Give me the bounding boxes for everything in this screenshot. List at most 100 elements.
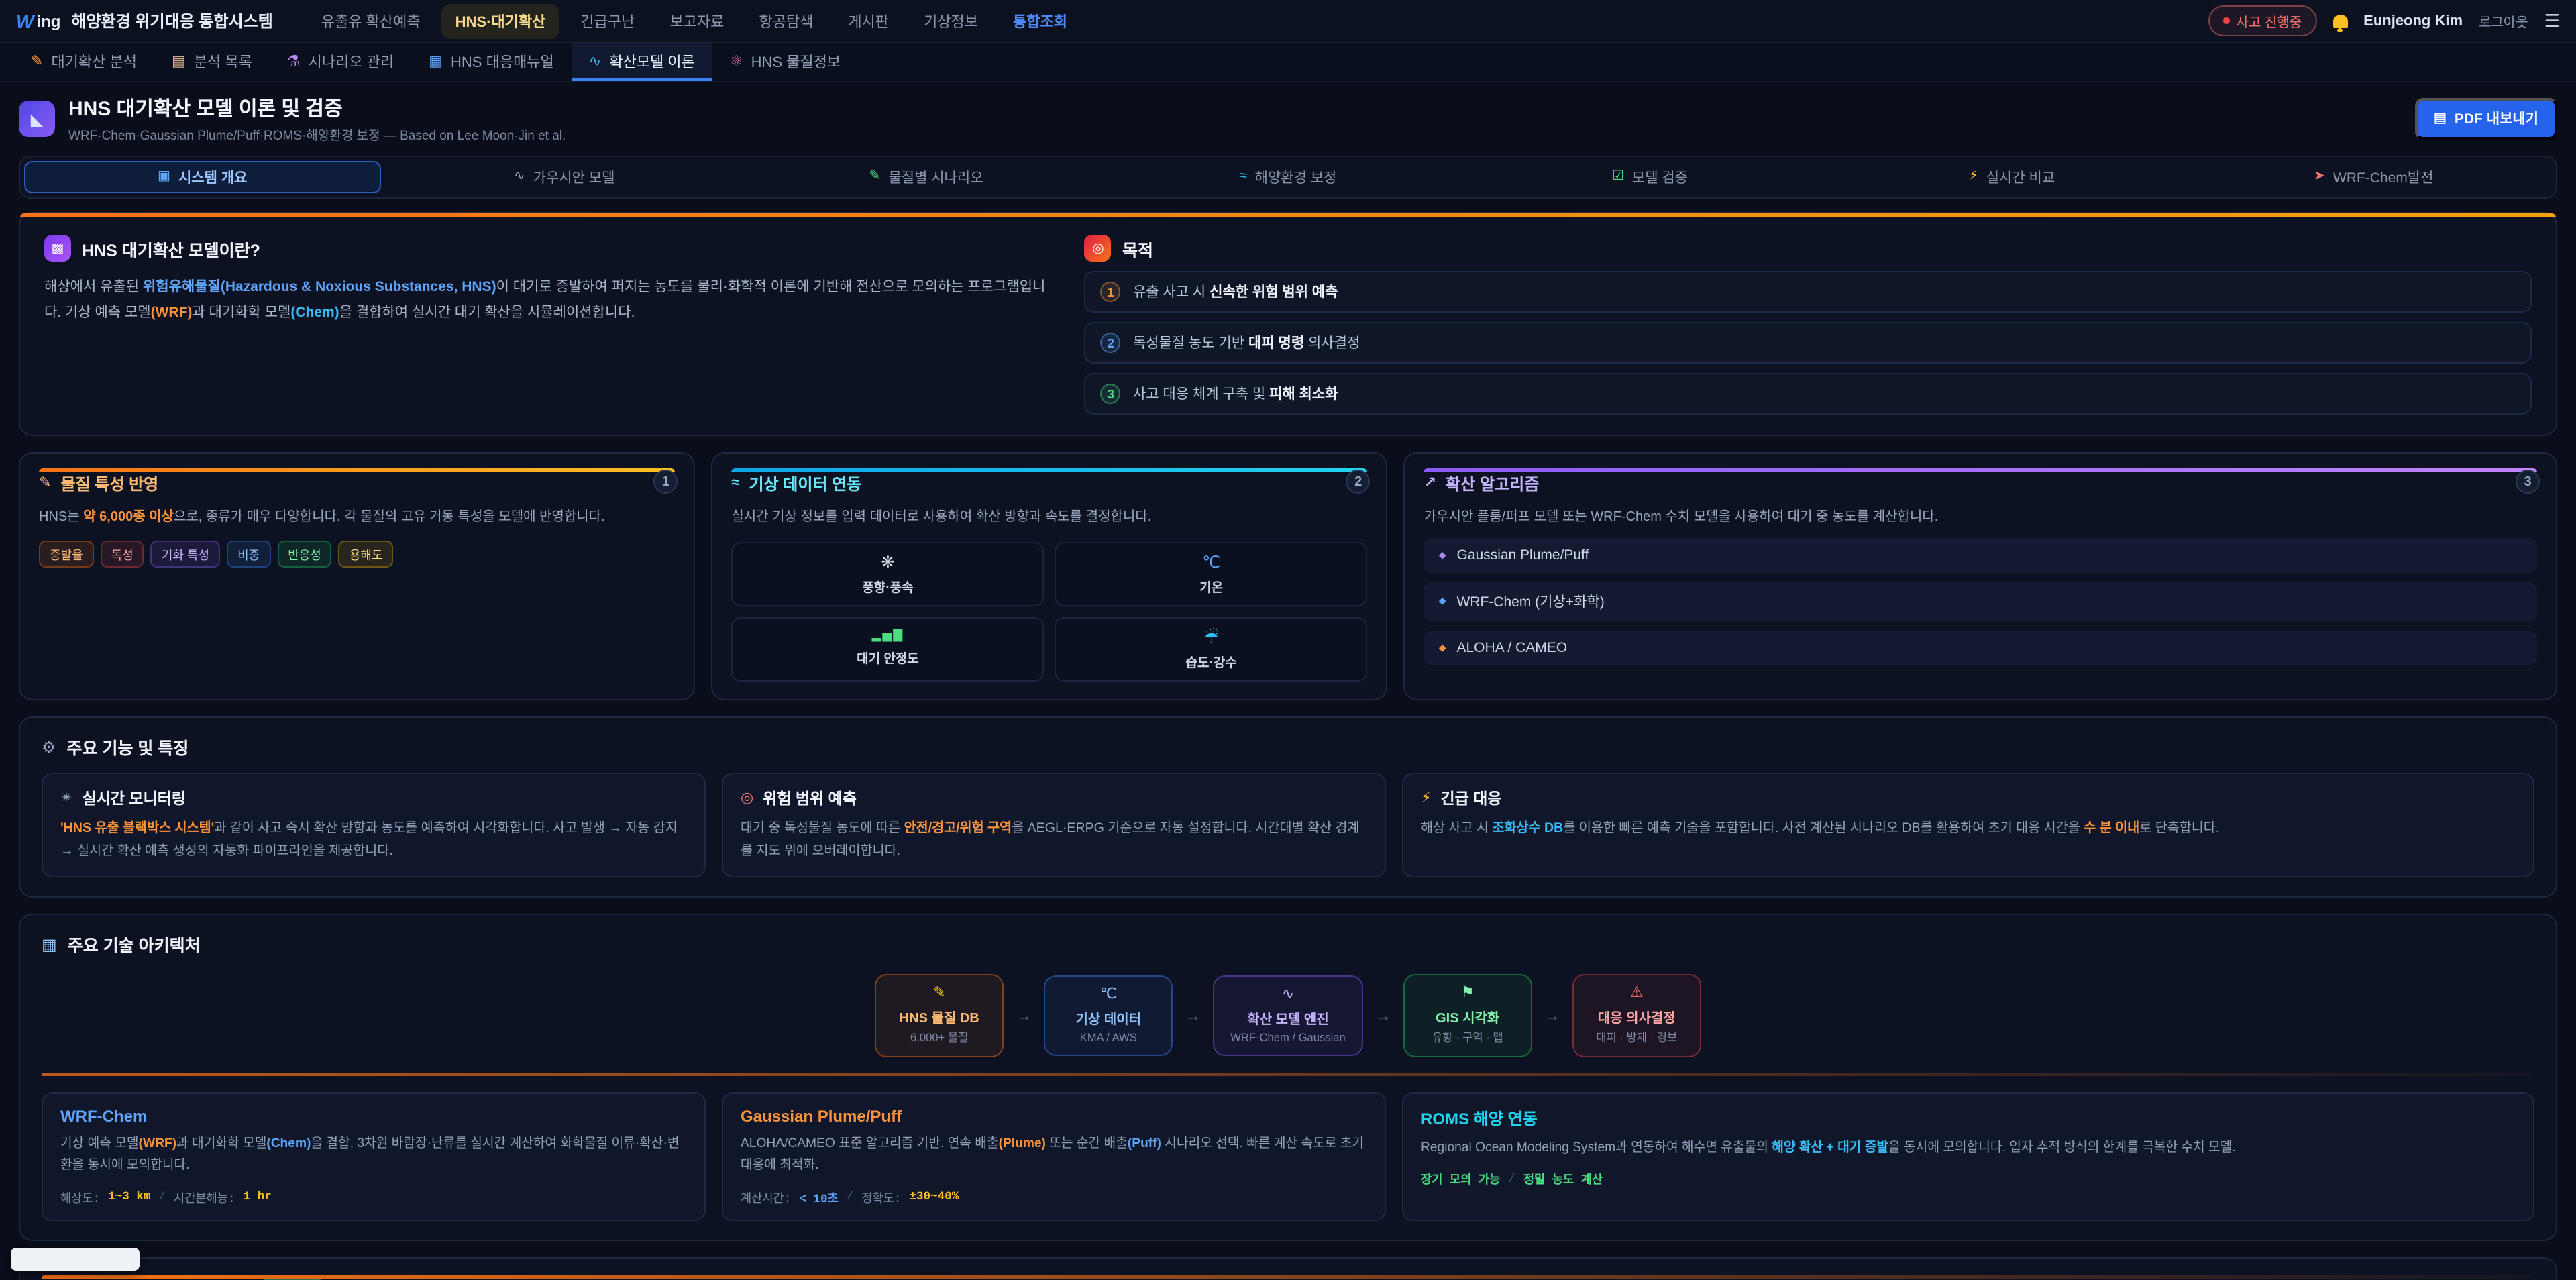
weather-cell-stability: ▂▅▇ 대기 안정도 [731, 617, 1044, 682]
bolt-icon: ⚡ [1969, 170, 1978, 184]
subnav-diffusion-model-theory[interactable]: ∿ 확산모델 이론 [572, 43, 712, 81]
stat-value: < 10초 [799, 1188, 838, 1206]
tab-label: 실시간 비교 [1986, 167, 2055, 187]
external-overlay-widget[interactable] [11, 1248, 140, 1271]
tab-label: 모델 검증 [1632, 167, 1688, 187]
nav-aerial-search[interactable]: 항공탐색 [745, 3, 826, 38]
card-description: HNS는 약 6,000종 이상으로, 종류가 매우 다양합니다. 각 물질의 … [39, 506, 675, 529]
tab-ocean-correction[interactable]: ≈ 해양환경 보정 [1110, 161, 1466, 193]
app-root: W ing 해양환경 위기대응 통합시스템 유출유 확산예측 HNS·대기확산 … [0, 0, 2576, 1280]
subnav-hns-response-manual[interactable]: ▦ HNS 대응매뉴얼 [411, 43, 572, 81]
page-subtitle: WRF-Chem·Gaussian Plume/Puff·ROMS·해양환경 보… [68, 125, 566, 144]
tab-substance-scenarios[interactable]: ✎ 물질별 시나리오 [748, 161, 1104, 193]
nav-emergency-rescue[interactable]: 긴급구난 [567, 3, 648, 38]
purpose-block: ◎ 목적 1 유출 사고 시 신속한 위험 범위 예측 2 독성물질 농도 기반… [1085, 235, 2532, 415]
bolt-icon: ⚡ [1421, 791, 1431, 806]
separator: / [1508, 1173, 1515, 1186]
user-name: Eunjeong Kim [2363, 13, 2463, 29]
feature-description: 'HNS 유출 블랙박스 시스템'과 같이 사고 즉시 확산 방향과 농도를 예… [60, 818, 687, 863]
purpose-header: ◎ 목적 [1085, 235, 2532, 262]
tab-label: 시스템 개요 [178, 167, 247, 187]
tab-system-overview[interactable]: ▣ 시스템 개요 [24, 161, 380, 193]
tab-wrf-chem-advanced[interactable]: ➤ WRF-Chem발전 [2196, 161, 2552, 193]
feature-header: ◎ 위험 범위 예측 [741, 788, 1367, 809]
nav-hns-atmospheric-diffusion[interactable]: HNS·대기확산 [442, 3, 559, 38]
weather-grid: ❋ 풍향·풍속 ℃ 기온 ▂▅▇ 대기 안정도 ☔ 습도·강수 [731, 542, 1367, 682]
separator: / [159, 1190, 166, 1204]
bullet-icon: ◆ [1439, 643, 1446, 653]
purpose-item: 3 사고 대응 체계 구축 및 피해 최소화 [1085, 373, 2532, 415]
stat-value: 장기 모의 가능 [1421, 1171, 1500, 1188]
property-tags: 증발율 독성 기화 특성 비중 반응성 용해도 [39, 541, 675, 568]
logout-button[interactable]: 로그아웃 [2479, 11, 2528, 31]
intro-section: ▩ HNS 대기확산 모델이란? 해상에서 유출된 위험유해물질(Hazardo… [19, 212, 2557, 436]
purpose-text: 유출 사고 시 신속한 위험 범위 예측 [1133, 282, 1338, 302]
nav-board[interactable]: 게시판 [835, 3, 902, 38]
subnav-scenario-management[interactable]: ⚗ 시나리오 관리 [270, 43, 411, 81]
card-title: 기상 데이터 연동 [749, 472, 861, 495]
weather-cell-humidity: ☔ 습도·강수 [1055, 617, 1368, 682]
features-header: ⚙ 주요 기능 및 특징 [42, 734, 2534, 759]
weather-label: 기온 [1199, 577, 1223, 596]
tech-stats: 장기 모의 가능 / 정밀 농도 계산 [1421, 1171, 2516, 1188]
tab-model-validation[interactable]: ☑ 모델 검증 [1472, 161, 1828, 193]
wave-icon: ≈ [1240, 170, 1247, 184]
app-logo[interactable]: W ing 해양환경 위기대응 통합시스템 [16, 9, 273, 32]
card-description: 가우시안 플룸/퍼프 모델 또는 WRF-Chem 수치 모델을 사용하여 대기… [1424, 506, 2537, 529]
feature-description: 해상 사고 시 조화상수 DB를 이용한 빠른 예측 기술을 포함합니다. 사전… [1421, 818, 2516, 841]
card-header: ✎ 물질 특성 반영 [39, 472, 675, 495]
ruler-icon: ◣ [19, 101, 55, 137]
subnav-label: 분석 목록 [194, 51, 252, 72]
architecture-section: ▦ 주요 기술 아키텍처 ✎ HNS 물질 DB 6,000+ 물질 → ℃ 기… [19, 914, 2557, 1240]
feature-emergency-response: ⚡ 긴급 대응 해상 사고 시 조화상수 DB를 이용한 빠른 예측 기술을 포… [1402, 773, 2534, 878]
tab-realtime-comparison[interactable]: ⚡ 실시간 비교 [1833, 161, 2190, 193]
flow-response-decision: ⚠ 대응 의사결정 대피 · 방제 · 경보 [1572, 975, 1701, 1058]
weather-data-card: 2 ≈ 기상 데이터 연동 실시간 기상 정보를 입력 데이터로 사용하여 확산… [711, 452, 1387, 700]
tab-gaussian-model[interactable]: ∿ 가우시안 모델 [386, 161, 742, 193]
algorithm-item: ◆ Gaussian Plume/Puff [1424, 538, 2537, 573]
subnav-atmospheric-analysis[interactable]: ✎ 대기확산 분석 [13, 43, 154, 81]
card-header: ↗ 확산 알고리즘 [1424, 472, 2537, 495]
nav-oil-spill-prediction[interactable]: 유출유 확산예측 [308, 3, 434, 38]
feature-header: ⚡ 긴급 대응 [1421, 788, 2516, 809]
nav-reports[interactable]: 보고자료 [656, 3, 737, 38]
wind-icon: ∿ [1230, 988, 1346, 1003]
pdf-export-button[interactable]: ▤ PDF 내보내기 [2415, 98, 2557, 140]
algorithm-label: ALOHA / CAMEO [1457, 640, 1568, 656]
weather-cell-temperature: ℃ 기온 [1055, 542, 1368, 606]
feature-realtime-monitoring: ✴ 실시간 모니터링 'HNS 유출 블랙박스 시스템'과 같이 사고 즉시 확… [42, 773, 706, 878]
wrf-highlight: (WRF) [151, 304, 193, 320]
topbar-right: 사고 진행중 Eunjeong Kim 로그아웃 ☰ [2208, 5, 2560, 36]
purpose-text: 독성물질 농도 기반 대피 명령 의사결정 [1133, 333, 1360, 353]
flow-sub: KMA / AWS [1061, 1031, 1155, 1045]
stat-value: 1~3 km [108, 1190, 150, 1204]
nav-weather-info[interactable]: 기상정보 [910, 3, 991, 38]
notification-bell-icon[interactable] [2332, 14, 2347, 28]
incident-status-badge[interactable]: 사고 진행중 [2208, 5, 2317, 36]
purpose-item: 1 유출 사고 시 신속한 위험 범위 예측 [1085, 271, 2532, 313]
intro-text: 과 대기화학 모델 [192, 304, 290, 320]
bullet-icon: ◆ [1439, 597, 1446, 606]
siren-icon: ⚠ [1590, 987, 1684, 1002]
list-icon: ▤ [172, 54, 186, 69]
architecture-header: ▦ 주요 기술 아키텍처 [42, 932, 2534, 957]
tag-vaporization: 기화 특성 [151, 541, 220, 568]
nav-integrated-search[interactable]: 통합조회 [1000, 3, 1081, 38]
tech-title: ROMS 해양 연동 [1421, 1108, 2516, 1130]
what-is-header: ▩ HNS 대기확산 모델이란? [44, 235, 1050, 262]
subnav-hns-substance-info[interactable]: ⚛ HNS 물질정보 [712, 43, 858, 81]
book-icon: ▦ [429, 54, 443, 69]
menu-icon[interactable]: ☰ [2544, 10, 2560, 32]
tag-reactivity: 반응성 [277, 541, 332, 568]
what-is-hns-model: ▩ HNS 대기확산 모델이란? 해상에서 유출된 위험유해물질(Hazardo… [44, 235, 1050, 415]
logo-text: ing [36, 11, 60, 30]
subnav-label: HNS 대응매뉴얼 [451, 51, 554, 72]
tab-label: 물질별 시나리오 [888, 167, 983, 187]
features-section: ⚙ 주요 기능 및 특징 ✴ 실시간 모니터링 'HNS 유출 블랙박스 시스템… [19, 716, 2557, 898]
incident-status-label: 사고 진행중 [2237, 11, 2302, 31]
topbar: W ing 해양환경 위기대응 통합시스템 유출유 확산예측 HNS·대기확산 … [0, 0, 2576, 43]
subnav-analysis-list[interactable]: ▤ 분석 목록 [154, 43, 270, 81]
flow-sub: WRF-Chem / Gaussian [1230, 1031, 1346, 1045]
purpose-title: 목적 [1122, 235, 1153, 261]
fan-icon: ❋ [881, 554, 894, 570]
